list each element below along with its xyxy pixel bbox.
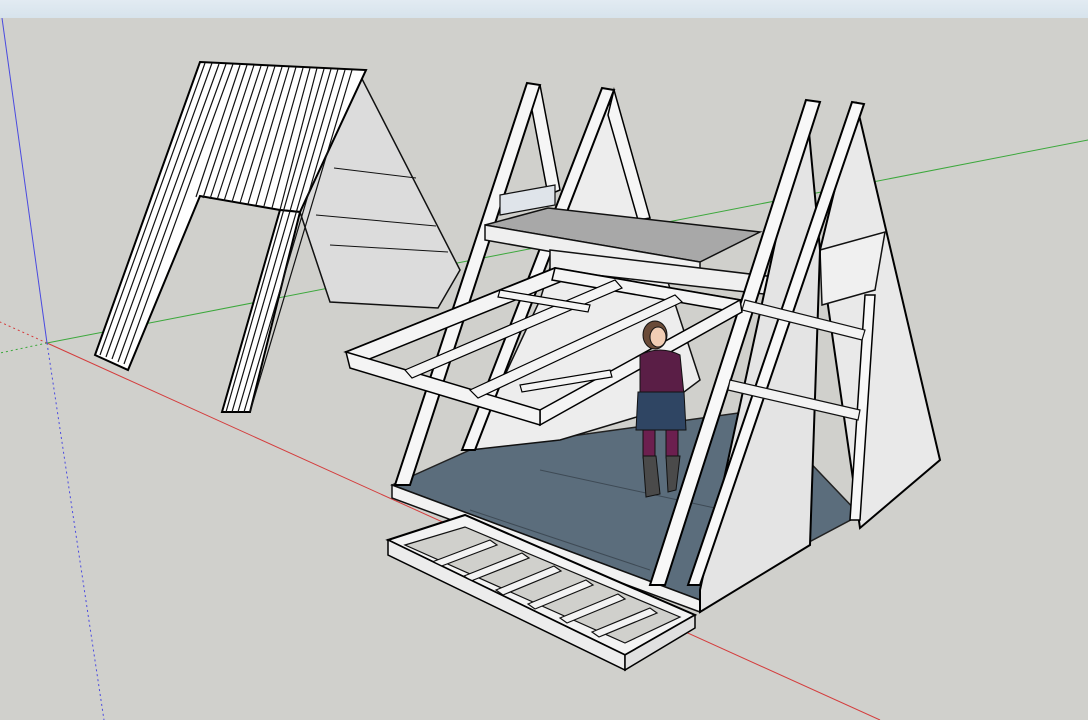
person-skirt bbox=[635, 391, 687, 431]
green-axis-dotted bbox=[0, 342, 48, 354]
front-left-rafter-inner bbox=[531, 84, 561, 197]
model-canvas[interactable] bbox=[0, 18, 1088, 720]
corrugated-roof-panel[interactable] bbox=[93, 60, 461, 413]
person-leg-left bbox=[642, 429, 656, 459]
blue-axis bbox=[1, 18, 48, 344]
window-title-bar bbox=[0, 0, 1088, 19]
person-leg-right bbox=[665, 429, 679, 459]
person-face bbox=[649, 326, 667, 348]
model-viewport[interactable] bbox=[0, 18, 1088, 720]
person-torso bbox=[639, 349, 685, 396]
blue-axis-dotted bbox=[46, 342, 105, 720]
red-axis-dotted bbox=[0, 321, 48, 344]
